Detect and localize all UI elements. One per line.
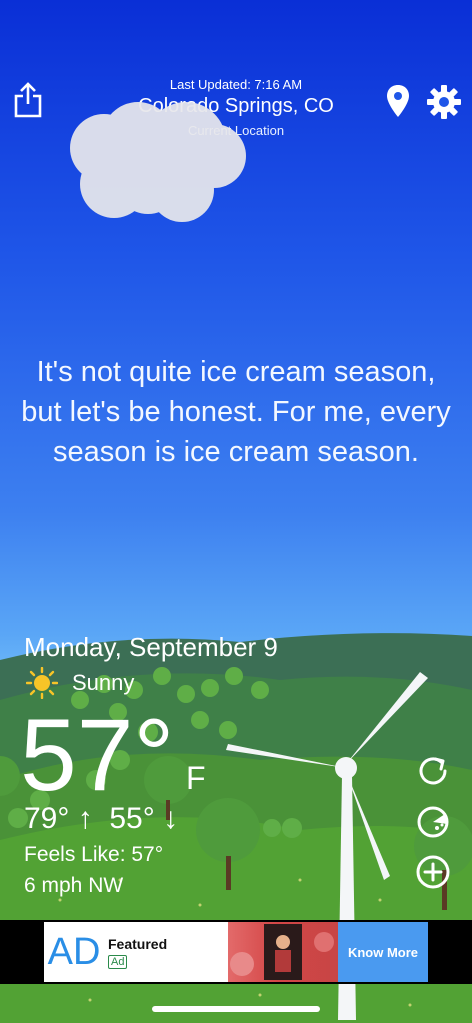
ad-logo: AD [47,930,101,973]
high-temp: 79° ↑ [24,802,93,835]
refresh-icon [419,757,447,785]
high-low-temps: 79° ↑ 55° ↓ [24,802,178,836]
condition-text: Sunny [72,670,135,695]
ad-text: Featured Ad [104,922,228,982]
sun-icon [26,667,58,699]
radar-button[interactable] [414,803,452,841]
settings-button[interactable] [424,82,464,122]
date-label: Monday, September 9 [24,632,278,662]
ad-badge: Ad [108,955,128,969]
weather-quote: It's not quite ice cream season, but let… [21,356,451,468]
low-temp: 55° ↓ [109,802,179,835]
ad-featured-label: Featured [108,936,168,952]
location-pin-icon [387,85,409,117]
gear-icon [427,85,461,119]
add-location-button[interactable] [414,853,452,891]
share-icon [14,82,42,118]
refresh-button[interactable] [414,752,452,790]
hilo-spacer [93,802,110,836]
current-temperature: 57° [20,698,175,812]
ad-image [228,922,338,982]
ad-content[interactable]: AD Featured Ad Know More [44,922,428,982]
location-button[interactable] [384,82,412,120]
ad-know-more-button[interactable]: Know More [338,922,428,982]
feels-like: Feels Like: 57° [24,843,164,866]
home-indicator[interactable] [152,1006,320,1012]
share-button[interactable] [10,80,46,120]
ad-banner[interactable]: AD Featured Ad Know More [0,920,472,984]
last-updated-text: Last Updated: 7:16 AM [169,77,303,92]
radar-icon [417,806,449,838]
cloud-icon [70,102,246,222]
wind-info: 6 mph NW [24,874,124,897]
condition-row: Sunny [26,667,134,699]
add-location-icon [416,855,450,889]
temperature-unit[interactable]: F [186,760,206,797]
